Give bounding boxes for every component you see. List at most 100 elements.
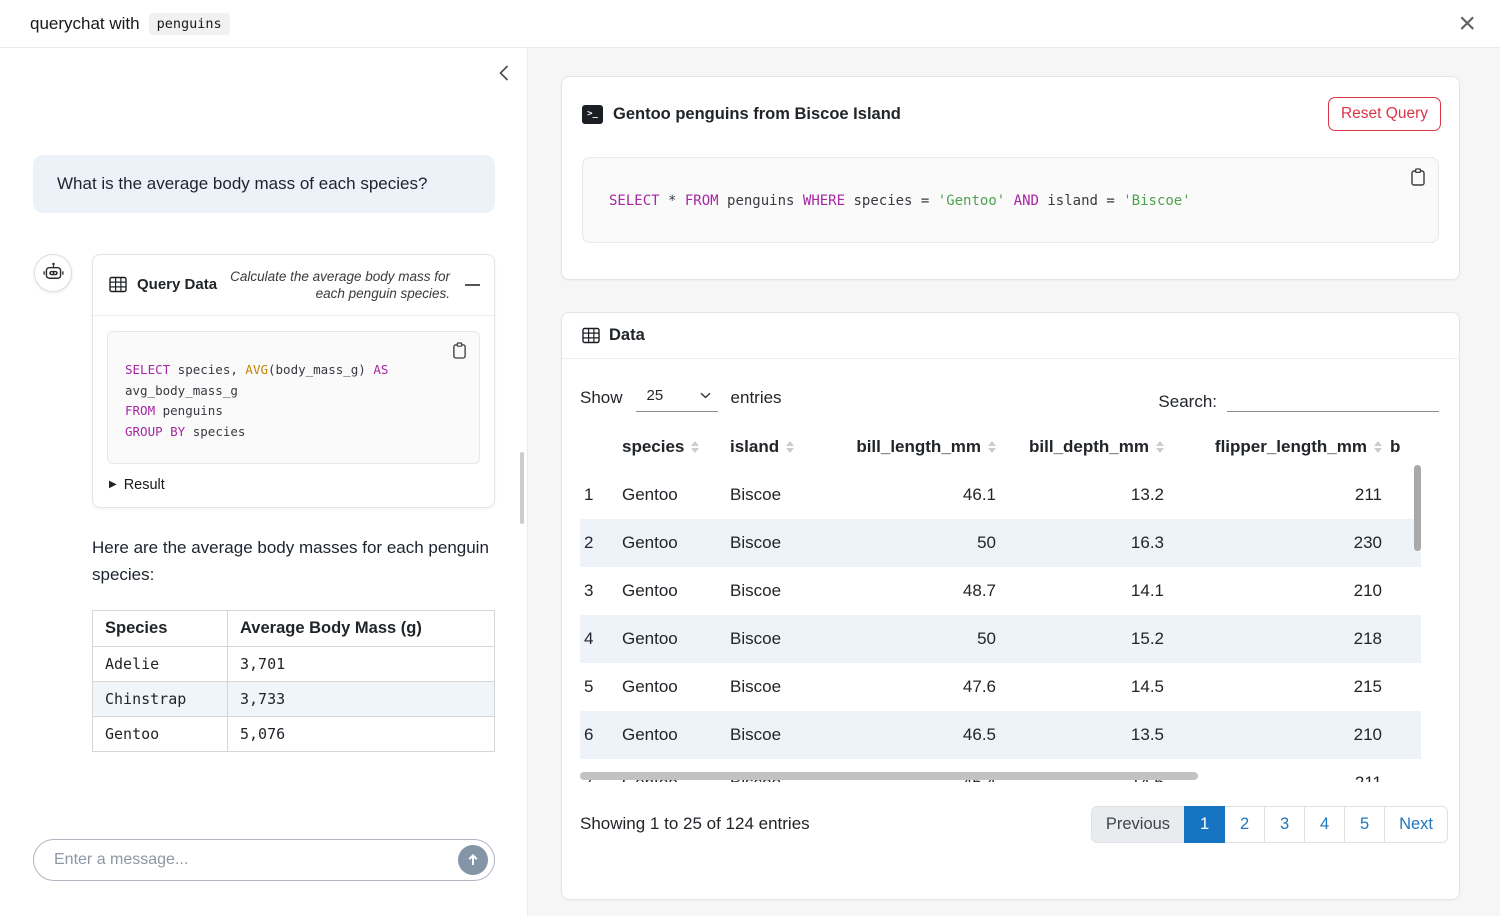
sql-token: species = (845, 193, 938, 209)
cell-species: Gentoo (618, 711, 726, 759)
chat-panel: What is the average body mass of each sp… (0, 48, 527, 916)
cell-flipper-length: 218 (1168, 615, 1386, 663)
cell-island: Biscoe (726, 711, 822, 759)
data-table: species island bill_length_mmbill_depth_mm… (580, 425, 1421, 782)
search-input[interactable] (1227, 386, 1439, 412)
cell-bill-depth: 14.1 (1000, 567, 1168, 615)
table-footer: Showing 1 to 25 of 124 entries Previous1… (562, 782, 1459, 843)
cell-body-mass-truncated (1386, 759, 1421, 782)
cell-island: Biscoe (726, 615, 822, 663)
data-card-title: Data (609, 326, 645, 345)
collapse-card-icon[interactable] (465, 284, 480, 286)
column-header-inner: b (1390, 437, 1400, 457)
panel-resize-handle[interactable] (520, 452, 524, 524)
cell-species: Gentoo (618, 471, 726, 519)
page-button-previous[interactable]: Previous (1091, 806, 1185, 843)
column-header-flipper-length[interactable]: flipper_length_mm (1168, 425, 1386, 471)
cell-row-number: 4 (580, 615, 618, 663)
sort-desc-icon (988, 448, 996, 453)
cell-flipper-length: 210 (1168, 567, 1386, 615)
column-header-species[interactable]: species (618, 425, 726, 471)
sql-token: (body_mass_g) (268, 362, 373, 377)
query-title: Gentoo penguins from Biscoe Island (613, 105, 901, 124)
cell-flipper-length: 230 (1168, 519, 1386, 567)
cell-bill-depth: 15.2 (1000, 615, 1168, 663)
sql-token: AND (1014, 193, 1039, 209)
tool-card-subtitle: Calculate the average body mass for each… (227, 268, 450, 303)
copy-icon[interactable] (1410, 168, 1426, 186)
page-button-3[interactable]: 3 (1264, 806, 1305, 843)
table-cell: 3,733 (228, 681, 495, 716)
table-icon (109, 276, 127, 293)
sql-token: SELECT (125, 362, 170, 377)
page-button-2[interactable]: 2 (1224, 806, 1265, 843)
page-length-select[interactable]: 25 (636, 385, 718, 412)
current-query-card: >_ Gentoo penguins from Biscoe Island Re… (561, 76, 1460, 280)
cell-body-mass-truncated (1386, 615, 1421, 663)
table-cell: Adelie (93, 646, 228, 681)
table-cell: 3,701 (228, 646, 495, 681)
column-header: Average Body Mass (g) (228, 610, 495, 646)
cell-row-number: 1 (580, 471, 618, 519)
table-icon (582, 327, 600, 344)
assistant-response-text: Here are the average body masses for eac… (92, 534, 501, 589)
current-sql-block: SELECT * FROM penguins WHERE species = '… (582, 157, 1439, 243)
cell-bill-length: 50 (822, 615, 1000, 663)
sql-token (1005, 193, 1013, 209)
page-button-1[interactable]: 1 (1184, 806, 1225, 843)
sort-asc-icon (691, 441, 699, 446)
table-cell: Gentoo (93, 716, 228, 751)
reset-query-button[interactable]: Reset Query (1328, 97, 1441, 131)
sort-desc-icon (1156, 448, 1164, 453)
column-header: Species (93, 610, 228, 646)
user-message-bubble: What is the average body mass of each sp… (33, 155, 495, 213)
chat-message-input[interactable] (54, 851, 458, 869)
table-row: Gentoo5,076 (93, 716, 495, 751)
cell-body-mass-truncated (1386, 711, 1421, 759)
page-button-5[interactable]: 5 (1344, 806, 1385, 843)
horizontal-scrollbar-thumb[interactable] (580, 772, 1198, 780)
cell-bill-length: 48.7 (822, 567, 1000, 615)
column-label: island (730, 437, 779, 457)
sql-token: 'Biscoe' (1123, 193, 1190, 209)
query-data-tool-card: Query Data Calculate the average body ma… (92, 254, 495, 508)
result-toggle[interactable]: ▶ Result (109, 477, 478, 493)
chevron-left-icon (497, 64, 511, 82)
sql-token: AS (373, 362, 388, 377)
cell-species: Gentoo (618, 567, 726, 615)
sql-token: avg_body_mass_g (125, 383, 238, 398)
send-button[interactable] (458, 845, 488, 875)
page-length-value: 25 (647, 387, 664, 404)
cell-bill-length: 47.6 (822, 663, 1000, 711)
triangle-right-icon: ▶ (109, 479, 117, 490)
vertical-scrollbar-thumb[interactable] (1414, 465, 1421, 551)
pagination: Previous12345Next (1091, 806, 1448, 843)
data-table-card: Data Show 25 entries Search: (561, 312, 1460, 900)
show-label: Show (580, 388, 623, 408)
copy-icon[interactable] (452, 342, 467, 359)
assistant-message-row: Query Data Calculate the average body ma… (34, 254, 495, 508)
cell-island: Biscoe (726, 519, 822, 567)
column-header-body-mass-truncated: b (1386, 425, 1421, 471)
cell-bill-length: 50 (822, 519, 1000, 567)
column-header-island[interactable]: island (726, 425, 822, 471)
page-button-4[interactable]: 4 (1304, 806, 1345, 843)
column-header-bill-depth[interactable]: bill_depth_mm (1000, 425, 1168, 471)
column-label: species (622, 437, 684, 457)
chat-input-bar (33, 839, 495, 881)
column-header-bill-length[interactable]: bill_length_mm (822, 425, 1000, 471)
close-icon[interactable]: × (1458, 11, 1476, 37)
collapse-chat-icon[interactable] (497, 64, 511, 82)
sort-asc-icon (988, 441, 996, 446)
cell-flipper-length: 211 (1168, 471, 1386, 519)
terminal-icon: >_ (582, 105, 603, 124)
column-header-inner: flipper_length_mm (1215, 437, 1382, 457)
robot-icon (42, 261, 65, 284)
result-toggle-label: Result (124, 477, 165, 493)
page-length-control: Show 25 entries (580, 385, 782, 412)
column-header-inner: island (730, 437, 794, 457)
app-title-text: querychat with (30, 14, 140, 34)
sql-token: 'Gentoo' (938, 193, 1005, 209)
page-button-next[interactable]: Next (1384, 806, 1448, 843)
cell-row-number: 5 (580, 663, 618, 711)
